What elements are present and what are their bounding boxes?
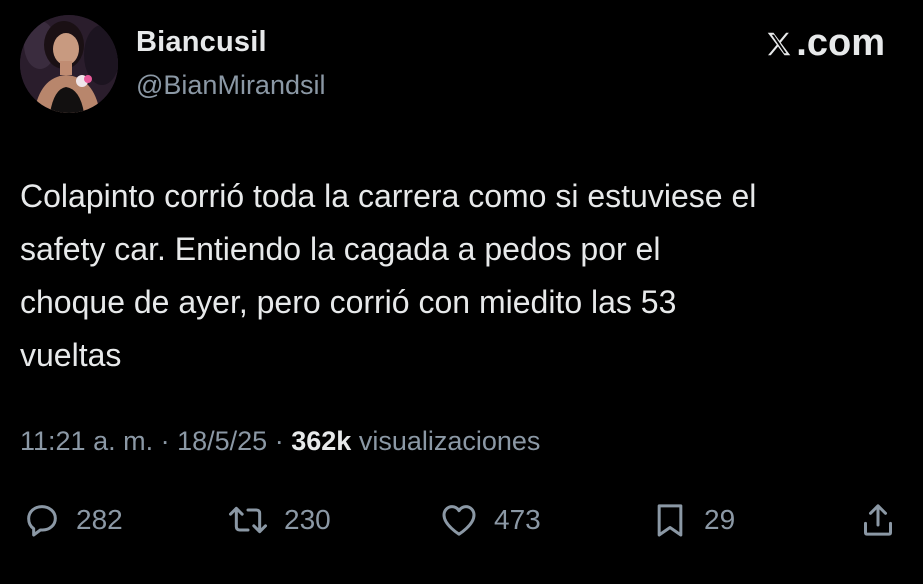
- bookmark-count: 29: [704, 504, 736, 535]
- reply-icon: [27, 505, 57, 537]
- avatar[interactable]: [20, 15, 118, 113]
- action-bar: 282 230 473 29: [0, 495, 923, 545]
- reply-count: 282: [76, 504, 123, 535]
- share-icon: [864, 504, 892, 536]
- tweet-text: Colapinto corrió toda la carrera como si…: [20, 178, 757, 373]
- bookmark-icon: [657, 504, 683, 537]
- repost-icon: [229, 506, 267, 534]
- repost-button[interactable]: 230: [226, 495, 331, 545]
- tweet-meta: 11:21 a. m. · 18/5/25 · 362k visualizaci…: [20, 426, 540, 457]
- meta-separator: ·: [160, 426, 170, 456]
- like-button[interactable]: 473: [438, 495, 541, 545]
- tweet-time[interactable]: 11:21 a. m.: [20, 426, 153, 456]
- views-count: 362k: [291, 426, 352, 456]
- tweet-card: Biancusil @BianMirandsil .com Colapinto …: [0, 0, 923, 584]
- like-icon: [442, 505, 476, 536]
- x-logo-icon: [768, 32, 791, 55]
- reply-button[interactable]: 282: [22, 495, 123, 545]
- share-button[interactable]: [858, 495, 898, 545]
- x-logo-text: .com: [796, 22, 885, 64]
- tweet-date[interactable]: 18/5/25: [177, 426, 267, 456]
- avatar-image: [20, 15, 118, 113]
- views-label: visualizaciones: [358, 426, 541, 456]
- meta-separator: ·: [274, 426, 284, 456]
- x-brand-logo: .com: [764, 22, 885, 65]
- bookmark-button[interactable]: 29: [650, 495, 735, 545]
- author-display-name[interactable]: Biancusil: [136, 26, 267, 59]
- like-count: 473: [494, 504, 541, 535]
- author-handle[interactable]: @BianMirandsil: [136, 70, 325, 101]
- repost-count: 230: [284, 504, 331, 535]
